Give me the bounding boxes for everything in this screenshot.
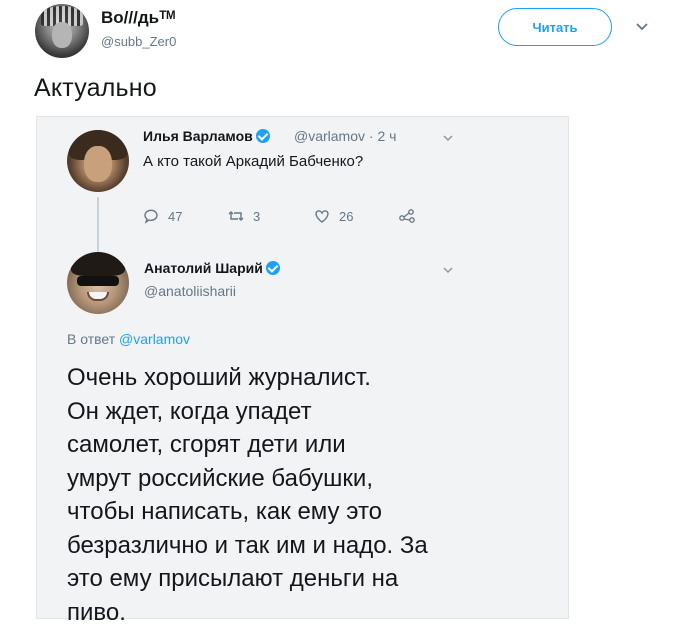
reply-mention-link: @varlamov xyxy=(119,331,191,347)
reply-action: 47 xyxy=(142,205,182,227)
reply-icon xyxy=(144,209,158,224)
sunglasses-graphic xyxy=(77,276,119,286)
heart-icon xyxy=(315,210,329,223)
quoted-tweet-text: А кто такой Аркадий Бабченко? xyxy=(143,153,364,170)
tweet-text: Актуально xyxy=(34,74,157,102)
reply-author-name: Анатолий Шарий xyxy=(144,260,280,276)
reply-tweet-text: Очень хороший журналист. Он ждет, когда … xyxy=(67,364,428,626)
avatar[interactable] xyxy=(35,4,89,58)
quoted-author-name-text: Илья Варламов xyxy=(143,128,253,144)
quoted-avatar-sharii xyxy=(67,252,129,314)
retweet-count: 3 xyxy=(253,208,261,224)
quoted-author-meta: @varlamov · 2 ч xyxy=(294,128,396,144)
chevron-down-icon[interactable] xyxy=(632,16,652,36)
verified-icon xyxy=(255,129,270,143)
quoted-author-name: Илья Варламов xyxy=(143,128,270,144)
verified-icon xyxy=(265,261,280,275)
tweet-header: Bo///дьᵀᴹ @subb_Zer0 Читать xyxy=(0,0,688,64)
retweet-icon xyxy=(228,211,244,221)
chevron-down-icon xyxy=(443,267,453,274)
share-action xyxy=(398,205,424,227)
retweet-action: 3 xyxy=(227,205,260,227)
quoted-author-handle: @varlamov xyxy=(294,128,366,144)
like-action: 26 xyxy=(313,205,353,227)
reply-author-name-text: Анатолий Шарий xyxy=(144,260,263,276)
author-display-name[interactable]: Bo///дьᵀᴹ xyxy=(101,8,175,28)
reply-context: В ответ @varlamov xyxy=(67,331,190,347)
quoted-timestamp: · 2 ч xyxy=(368,128,397,144)
share-icon xyxy=(399,209,415,223)
reply-count: 47 xyxy=(168,208,183,224)
embedded-screenshot: Илья Варламов @varlamov · 2 ч А кто тако… xyxy=(36,116,569,626)
quoted-avatar-varlamov xyxy=(67,130,129,192)
like-count: 26 xyxy=(339,208,354,224)
reply-prefix: В ответ xyxy=(67,331,116,347)
author-handle[interactable]: @subb_Zer0 xyxy=(101,34,176,49)
face-graphic xyxy=(52,22,72,48)
chevron-down-icon xyxy=(443,135,453,142)
follow-button[interactable]: Читать xyxy=(498,8,612,46)
reply-author-handle: @anatoliisharii xyxy=(144,283,237,299)
thread-connector-line xyxy=(97,197,99,253)
